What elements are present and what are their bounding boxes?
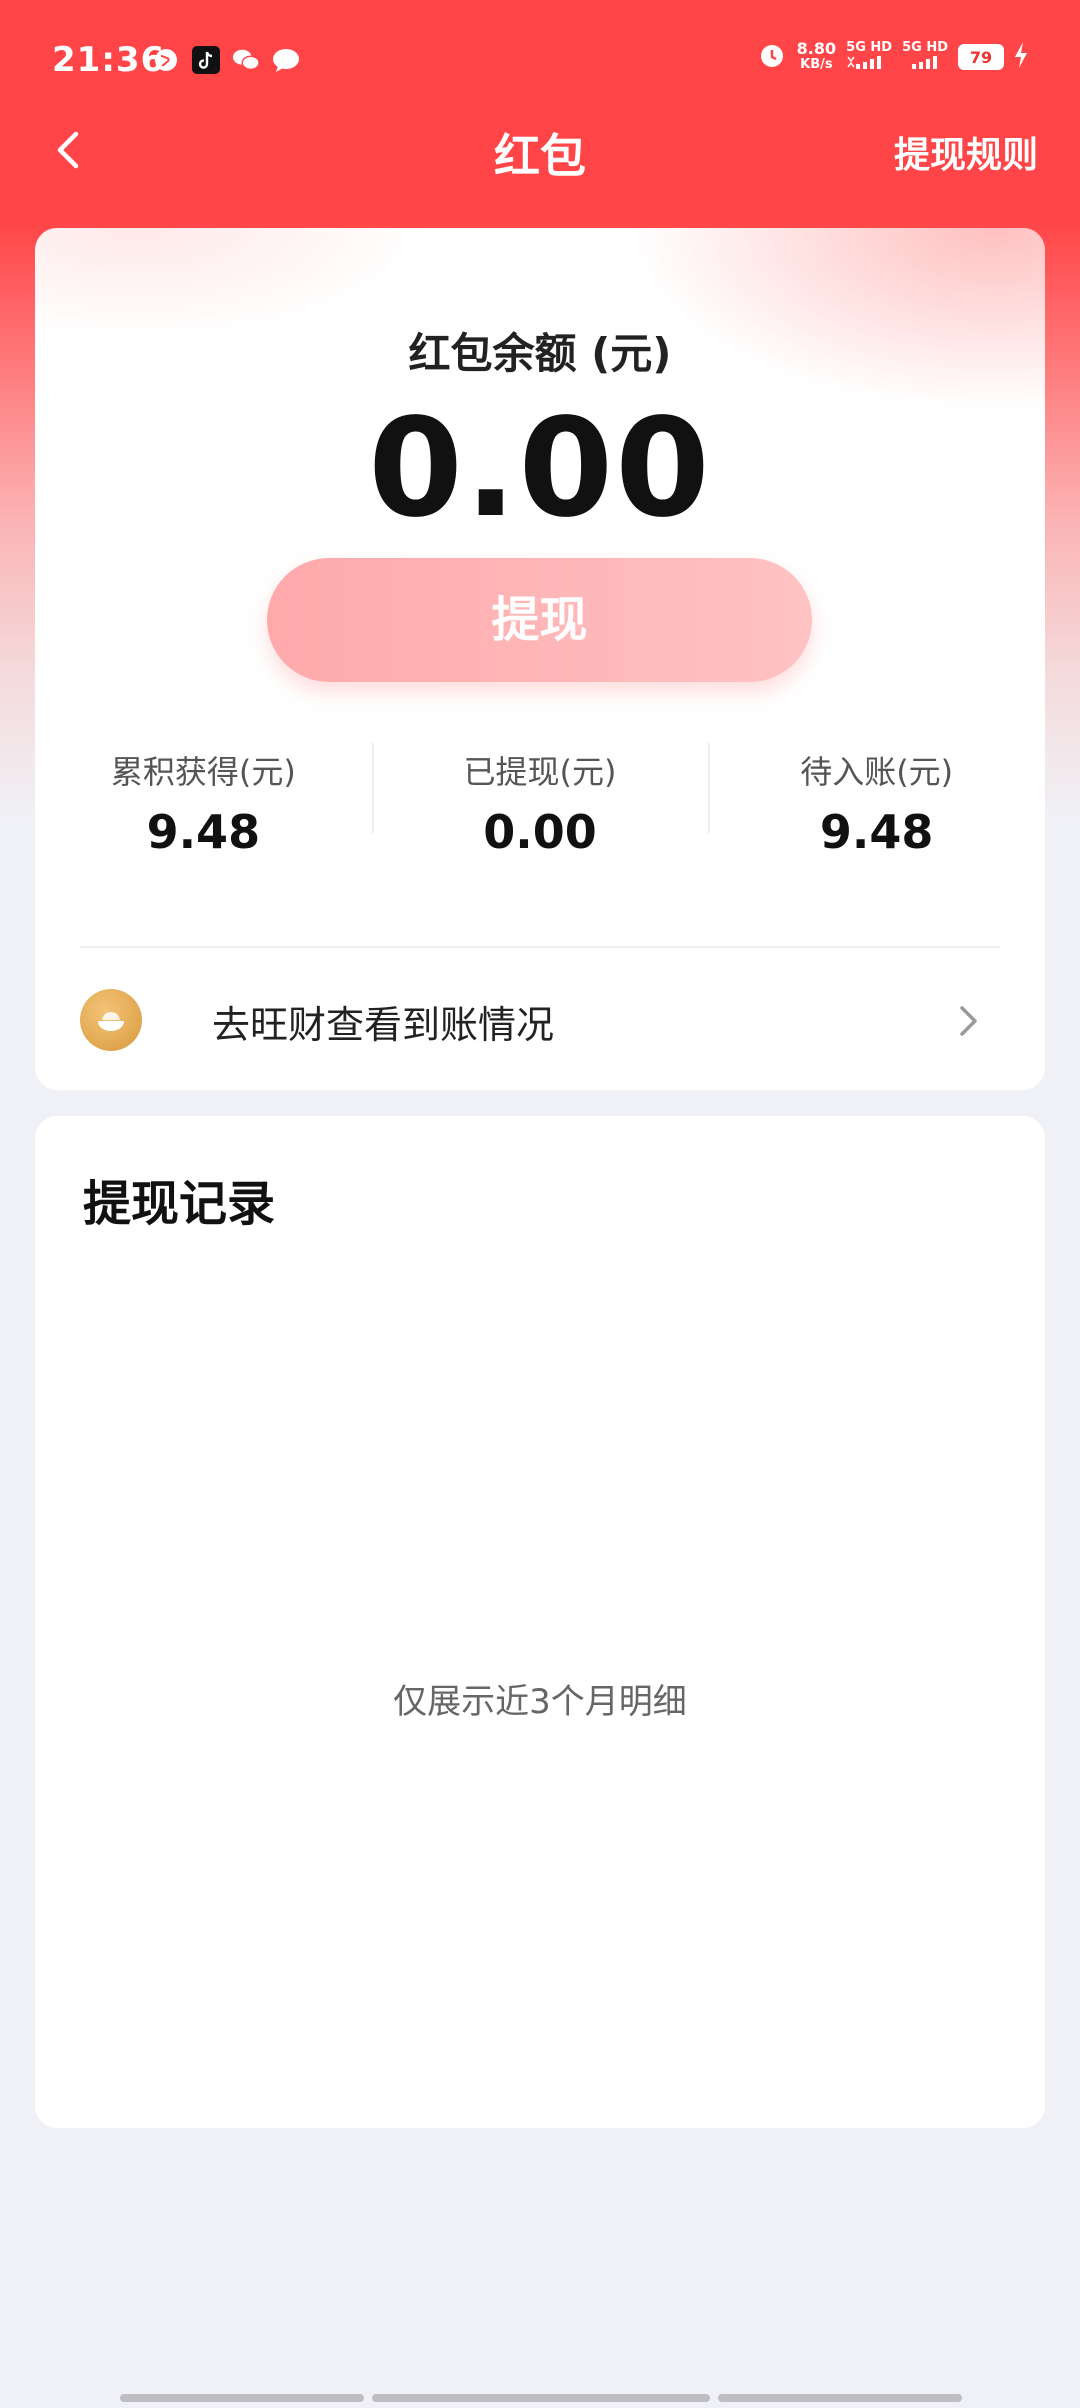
- status-bar: 21:36 8.80 KB/s 5G HD 5G HD 79: [0, 0, 1080, 120]
- sim1-signal: 5G HD: [846, 41, 892, 73]
- globe-icon: [152, 46, 180, 74]
- sim2-signal: 5G HD: [902, 41, 948, 73]
- stat-value: 9.48: [819, 805, 934, 859]
- wangcai-link-row[interactable]: 去旺财查看到账情况: [80, 986, 1000, 1056]
- stats-row: 累积获得(元) 9.48 已提现(元) 0.00 待入账(元) 9.48: [35, 743, 1045, 859]
- withdraw-records-card: 提现记录 仅展示近3个月明细: [35, 1116, 1045, 2128]
- battery-icon: 79: [958, 44, 1004, 70]
- gold-ingot-icon: [80, 989, 142, 1051]
- divider: [80, 946, 1000, 948]
- status-right: 8.80 KB/s 5G HD 5G HD 79: [757, 40, 1028, 74]
- stat-label: 已提现(元): [463, 753, 617, 791]
- gesture-bar: [120, 2394, 962, 2402]
- stat-value: 9.48: [146, 805, 261, 859]
- stat-value: 0.00: [483, 805, 597, 859]
- charging-icon: [1014, 42, 1028, 72]
- stat-label: 累积获得(元): [110, 753, 296, 791]
- gesture-bar-segment: [718, 2394, 962, 2402]
- wangcai-link-text: 去旺财查看到账情况: [212, 1003, 555, 1047]
- wechat-icon: [232, 46, 260, 74]
- balance-label: 红包余额 (元): [408, 329, 672, 378]
- status-time: 21:36: [52, 40, 166, 80]
- alarm-icon: [757, 40, 787, 74]
- message-icon: [272, 46, 300, 74]
- balance-amount: 0.00: [368, 390, 712, 548]
- network-speed: 8.80 KB/s: [796, 39, 837, 73]
- notification-icons: [152, 46, 300, 74]
- stat-withdrawn: 已提现(元) 0.00: [371, 743, 709, 859]
- records-title: 提现记录: [83, 1176, 276, 1232]
- signal-bars-icon: [847, 56, 882, 69]
- nav-bar: 红包 提现规则: [0, 110, 1080, 190]
- withdraw-button[interactable]: 提现: [267, 558, 812, 682]
- chevron-right-icon: [948, 996, 988, 1046]
- signal-bars-icon: [912, 56, 938, 69]
- records-hint: 仅展示近3个月明细: [393, 1682, 687, 1722]
- stat-pending: 待入账(元) 9.48: [708, 743, 1045, 859]
- gesture-bar-segment: [372, 2394, 710, 2402]
- balance-card: 红包余额 (元) 0.00 提现 累积获得(元) 9.48 已提现(元) 0.0…: [35, 228, 1045, 1090]
- stat-total-earned: 累积获得(元) 9.48: [35, 743, 372, 859]
- tiktok-icon: [192, 46, 220, 74]
- stat-label: 待入账(元): [800, 753, 954, 791]
- gesture-bar-segment: [120, 2394, 364, 2402]
- withdraw-rules-link[interactable]: 提现规则: [894, 126, 1038, 178]
